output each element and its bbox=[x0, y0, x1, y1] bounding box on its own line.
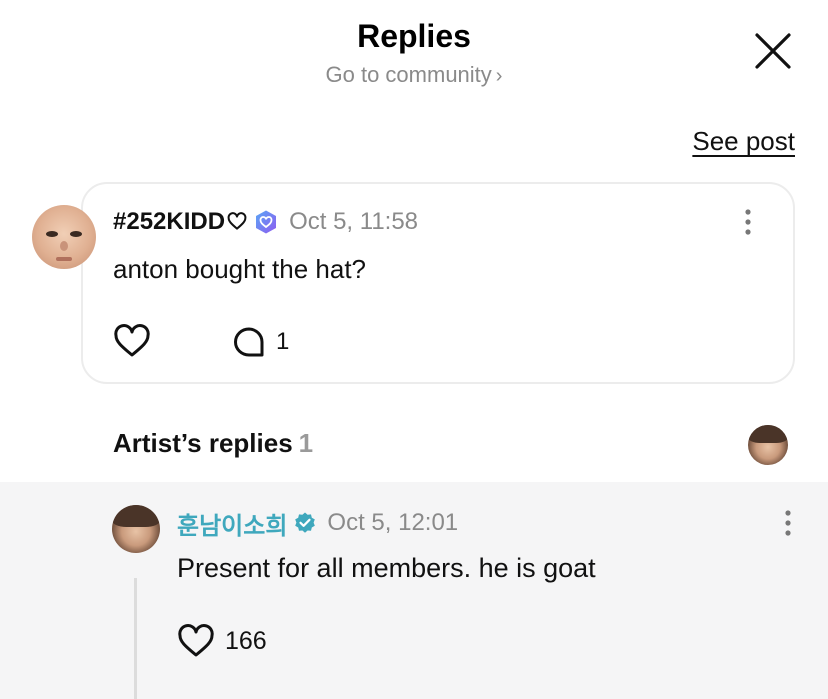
reply-author-avatar[interactable] bbox=[112, 505, 160, 553]
artist-replies-label: Artist’s replies bbox=[113, 428, 293, 458]
go-to-community-label: Go to community bbox=[325, 62, 492, 87]
chevron-right-icon: › bbox=[495, 65, 503, 87]
reply-text: Present for all members. he is goat bbox=[177, 553, 596, 583]
artist-avatar[interactable] bbox=[748, 425, 788, 465]
comment-icon bbox=[234, 327, 264, 357]
artist-replies-count: 1 bbox=[298, 428, 314, 458]
see-post-link[interactable]: See post bbox=[692, 126, 795, 157]
go-to-community-link[interactable]: Go to community › bbox=[0, 62, 828, 88]
reply-more-options-icon[interactable] bbox=[776, 508, 800, 538]
post-author-avatar[interactable] bbox=[32, 205, 96, 269]
reply-timestamp: Oct 5, 12:01 bbox=[327, 509, 459, 536]
artist-replies-heading: Artist’s replies 1 bbox=[113, 428, 313, 459]
verified-icon bbox=[295, 512, 316, 533]
reply-like-button[interactable]: 166 bbox=[177, 624, 267, 658]
reply-header: 훈남이소희 Oct 5, 12:01 bbox=[177, 506, 458, 540]
post-text: anton bought the hat? bbox=[113, 254, 367, 284]
reply-thread-line bbox=[134, 578, 137, 699]
like-button[interactable] bbox=[113, 324, 151, 358]
more-options-icon[interactable] bbox=[736, 207, 760, 237]
reply-author-name[interactable]: 훈남이소희 bbox=[177, 506, 287, 541]
heart-outline-icon bbox=[227, 212, 247, 230]
page-title: Replies bbox=[357, 18, 471, 54]
comment-button[interactable]: 1 bbox=[232, 326, 289, 358]
close-icon[interactable] bbox=[752, 30, 794, 72]
post-timestamp: Oct 5, 11:58 bbox=[289, 208, 419, 235]
heart-icon bbox=[178, 624, 214, 657]
header: Replies Go to community › bbox=[0, 0, 828, 110]
post-author-name[interactable]: #252KIDD bbox=[113, 208, 225, 236]
membership-badge-icon bbox=[256, 210, 277, 234]
reply-like-count: 166 bbox=[225, 626, 267, 655]
post-header: #252KIDD Oct 5, 11:58 bbox=[113, 205, 418, 239]
comment-count: 1 bbox=[276, 328, 290, 355]
